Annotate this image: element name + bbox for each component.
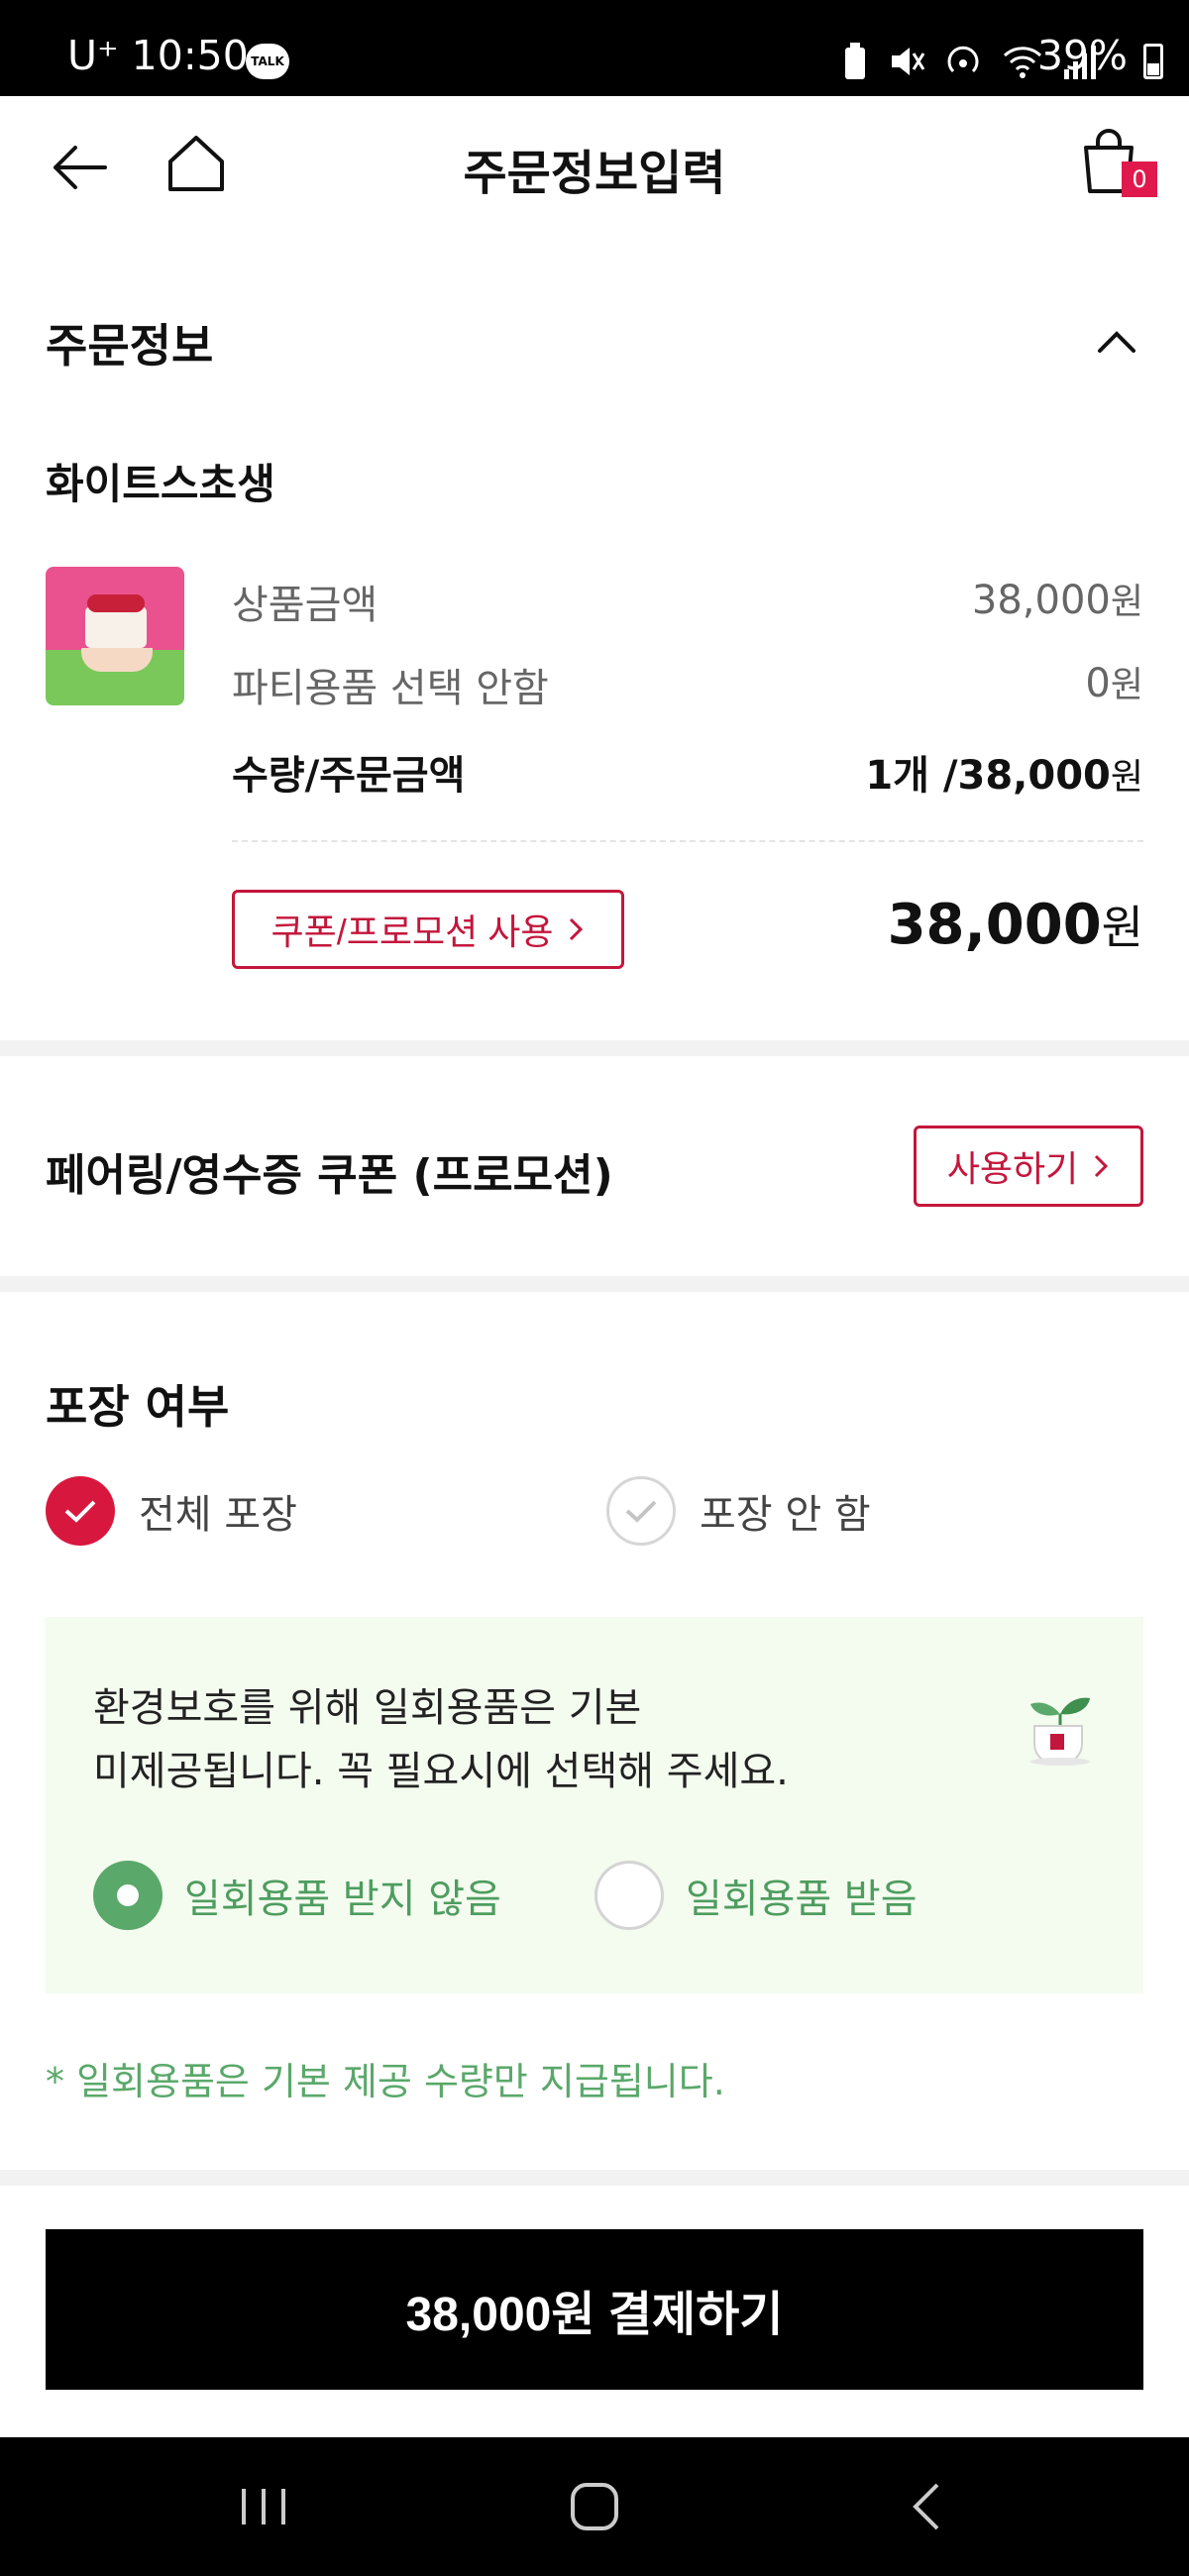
- eco-notice-box: 환경보호를 위해 일회용품은 기본 미제공됩니다. 꼭 필요시에 선택해 주세요…: [46, 1617, 1143, 1993]
- use-coupon-button[interactable]: 사용하기: [914, 1126, 1143, 1207]
- page-title: 주문정보입력: [463, 146, 726, 201]
- cart-count-badge: 0: [1122, 161, 1157, 197]
- battery-icon: [1143, 44, 1163, 79]
- coupon-promotion-label: 쿠폰/프로모션 사용: [270, 912, 554, 952]
- kakaotalk-notification-icon: TALK: [246, 44, 289, 79]
- party-goods-label: 파티용품 선택 안함: [232, 666, 549, 711]
- nav-recents-icon[interactable]: [234, 2477, 293, 2536]
- eco-option-decline[interactable]: 일회용품 받지 않음: [93, 1861, 501, 1930]
- section-gap: [0, 1040, 1189, 1056]
- nav-back-icon[interactable]: [898, 2477, 957, 2536]
- qty-amount-value: 1개 /38,000원: [865, 753, 1143, 799]
- use-coupon-label: 사용하기: [946, 1148, 1079, 1189]
- check-icon: [606, 1476, 676, 1546]
- nav-home-icon[interactable]: [565, 2477, 624, 2536]
- packaging-option-none[interactable]: 포장 안 함: [606, 1476, 871, 1546]
- divider: [232, 840, 1143, 842]
- packaging-option-none-label: 포장 안 함: [700, 1492, 871, 1538]
- eco-notice-line1: 환경보호를 위해 일회용품은 기본: [93, 1685, 642, 1731]
- price-label: 상품금액: [232, 583, 378, 628]
- qty-amount-label: 수량/주문금액: [232, 753, 466, 799]
- check-icon: [46, 1476, 115, 1546]
- battery-percent: 39%: [1036, 32, 1128, 79]
- eco-notice-text: 환경보호를 위해 일회용품은 기본 미제공됩니다. 꼭 필요시에 선택해 주세요…: [93, 1676, 789, 1803]
- pairing-coupon-title: 페어링/영수증 쿠폰 (프로모션): [46, 1150, 613, 1201]
- chevron-right-icon: [570, 917, 584, 941]
- eco-cup-icon: [1030, 1697, 1090, 1766]
- eco-option-accept[interactable]: 일회용품 받음: [594, 1861, 918, 1930]
- hotspot-icon: [947, 46, 979, 73]
- radio-unselected-icon: [594, 1861, 664, 1930]
- status-bar: U⁺ 10:50 TALK 39%: [0, 0, 1189, 96]
- coupon-promotion-button[interactable]: 쿠폰/프로모션 사용: [232, 890, 624, 969]
- eco-option-decline-label: 일회용품 받지 않음: [184, 1877, 501, 1922]
- battery-saver-icon: [845, 43, 865, 79]
- mute-icon: [892, 48, 925, 75]
- order-info-title: 주문정보: [46, 319, 214, 373]
- product-thumbnail: [46, 567, 184, 705]
- carrier-time: U⁺ 10:50: [67, 32, 249, 79]
- price-value: 38,000원: [971, 578, 1143, 623]
- radio-selected-icon: [93, 1861, 162, 1930]
- packaging-title: 포장 여부: [46, 1380, 230, 1434]
- packaging-option-all-label: 전체 포장: [139, 1492, 297, 1538]
- chevron-right-icon: [1095, 1154, 1109, 1178]
- chevron-up-icon[interactable]: [1092, 317, 1141, 367]
- order-total: 38,000원: [887, 893, 1143, 957]
- eco-option-accept-label: 일회용품 받음: [686, 1877, 918, 1922]
- app-header: 주문정보입력 0: [0, 96, 1189, 240]
- system-nav-bar: [0, 2437, 1189, 2576]
- product-name: 화이트스초생: [46, 460, 275, 508]
- pay-button[interactable]: 38,000원 결제하기: [46, 2229, 1143, 2390]
- section-gap: [0, 1276, 1189, 1292]
- party-goods-value: 0원: [1085, 661, 1143, 706]
- eco-notice-line2: 미제공됩니다. 꼭 필요시에 선택해 주세요.: [93, 1749, 789, 1794]
- section-gap: [0, 2170, 1189, 2186]
- packaging-option-all[interactable]: 전체 포장: [46, 1476, 297, 1546]
- eco-note: * 일회용품은 기본 제공 수량만 지급됩니다.: [46, 2060, 725, 2103]
